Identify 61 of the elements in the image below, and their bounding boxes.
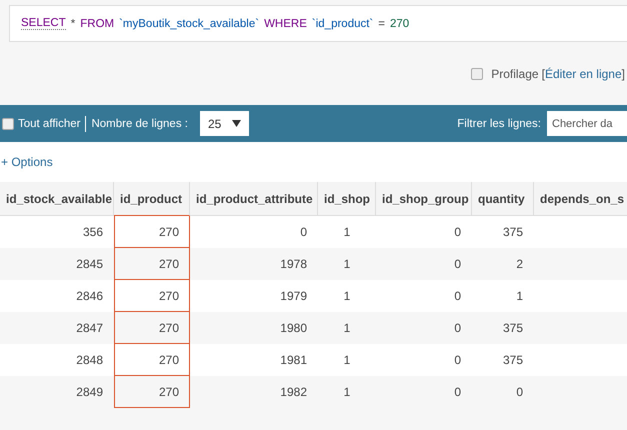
table-cell-text: 0 (453, 224, 462, 241)
column-header[interactable]: id_shop (318, 182, 376, 216)
table-cell: 270 (114, 376, 190, 408)
bracket: ] (622, 67, 625, 81)
sql-token: FROM (80, 18, 114, 30)
sql-token[interactable]: SELECT (21, 17, 66, 30)
column-header[interactable]: depends_on_s (534, 182, 627, 216)
sql-token: `id_product` (312, 18, 374, 30)
filter-field[interactable]: Chercher da (547, 111, 627, 136)
table-cell: 1982 (190, 376, 318, 408)
table-cell: 270 (114, 312, 190, 344)
sql-token: WHERE (264, 18, 307, 30)
table-cell-text: 0 (453, 352, 462, 369)
table-cell: 2845 (0, 248, 114, 280)
table-cell: 1 (318, 376, 376, 408)
sql-token: `myBoutik_stock_available` (119, 18, 260, 30)
options-link[interactable]: + Options (1, 155, 53, 169)
column-header[interactable]: id_shop_group (376, 182, 472, 216)
table-cell-text: 0 (453, 288, 462, 305)
table-cell-text: 356 (82, 224, 104, 241)
bracket: [ (542, 67, 545, 81)
caret-icon (232, 120, 241, 127)
table-cell: 2 (472, 248, 534, 280)
table-cell-text: 1979 (279, 288, 308, 305)
rows-label: Nombre de lignes : (91, 118, 188, 130)
filter-label: Filtrer les lignes: (457, 118, 541, 130)
table-cell: 0 (472, 376, 534, 408)
column-header[interactable]: id_product (114, 182, 190, 216)
table-cell-text: 1 (342, 288, 352, 305)
table-cell: 1 (318, 248, 376, 280)
table-cell-text: 375 (502, 352, 524, 369)
table-cell: 0 (376, 248, 472, 280)
column-header[interactable]: id_stock_available (0, 182, 114, 216)
table-cell-text: 0 (299, 224, 308, 241)
rows-select[interactable]: 25 (200, 111, 249, 136)
table-cell: 1 (318, 312, 376, 344)
show-all-checkbox[interactable] (2, 118, 14, 130)
table-cell-text: 2846 (75, 288, 104, 305)
profiling-checkbox[interactable] (471, 68, 484, 80)
sql-token: * (70, 18, 76, 30)
table-cell: 0 (376, 312, 472, 344)
table-cell-text: 1 (342, 224, 352, 241)
table-cell: 1980 (190, 312, 318, 344)
sql-token: = (378, 18, 385, 30)
table-cell: 270 (114, 248, 190, 280)
table-cell-text: 1 (342, 352, 352, 369)
table-cell: 0 (376, 376, 472, 408)
profiling-label: Profilage (491, 67, 539, 81)
table-cell: 2847 (0, 312, 114, 344)
table-cell: 2849 (0, 376, 114, 408)
edit-inline-link[interactable]: Éditer en ligne (544, 67, 622, 81)
table-cell-text: 375 (502, 224, 524, 241)
column-header[interactable]: id_product_attribute (190, 182, 318, 216)
table-cell-text: 1981 (279, 352, 308, 369)
column-header[interactable]: quantity (472, 182, 534, 216)
table-cell: 375 (472, 312, 534, 344)
sql-token: 270 (390, 18, 410, 30)
show-all-label: Tout afficher (18, 118, 80, 130)
table-cell-text: 1 (515, 288, 524, 305)
table-cell-text: 2848 (75, 352, 104, 369)
table-cell: 1978 (190, 248, 318, 280)
